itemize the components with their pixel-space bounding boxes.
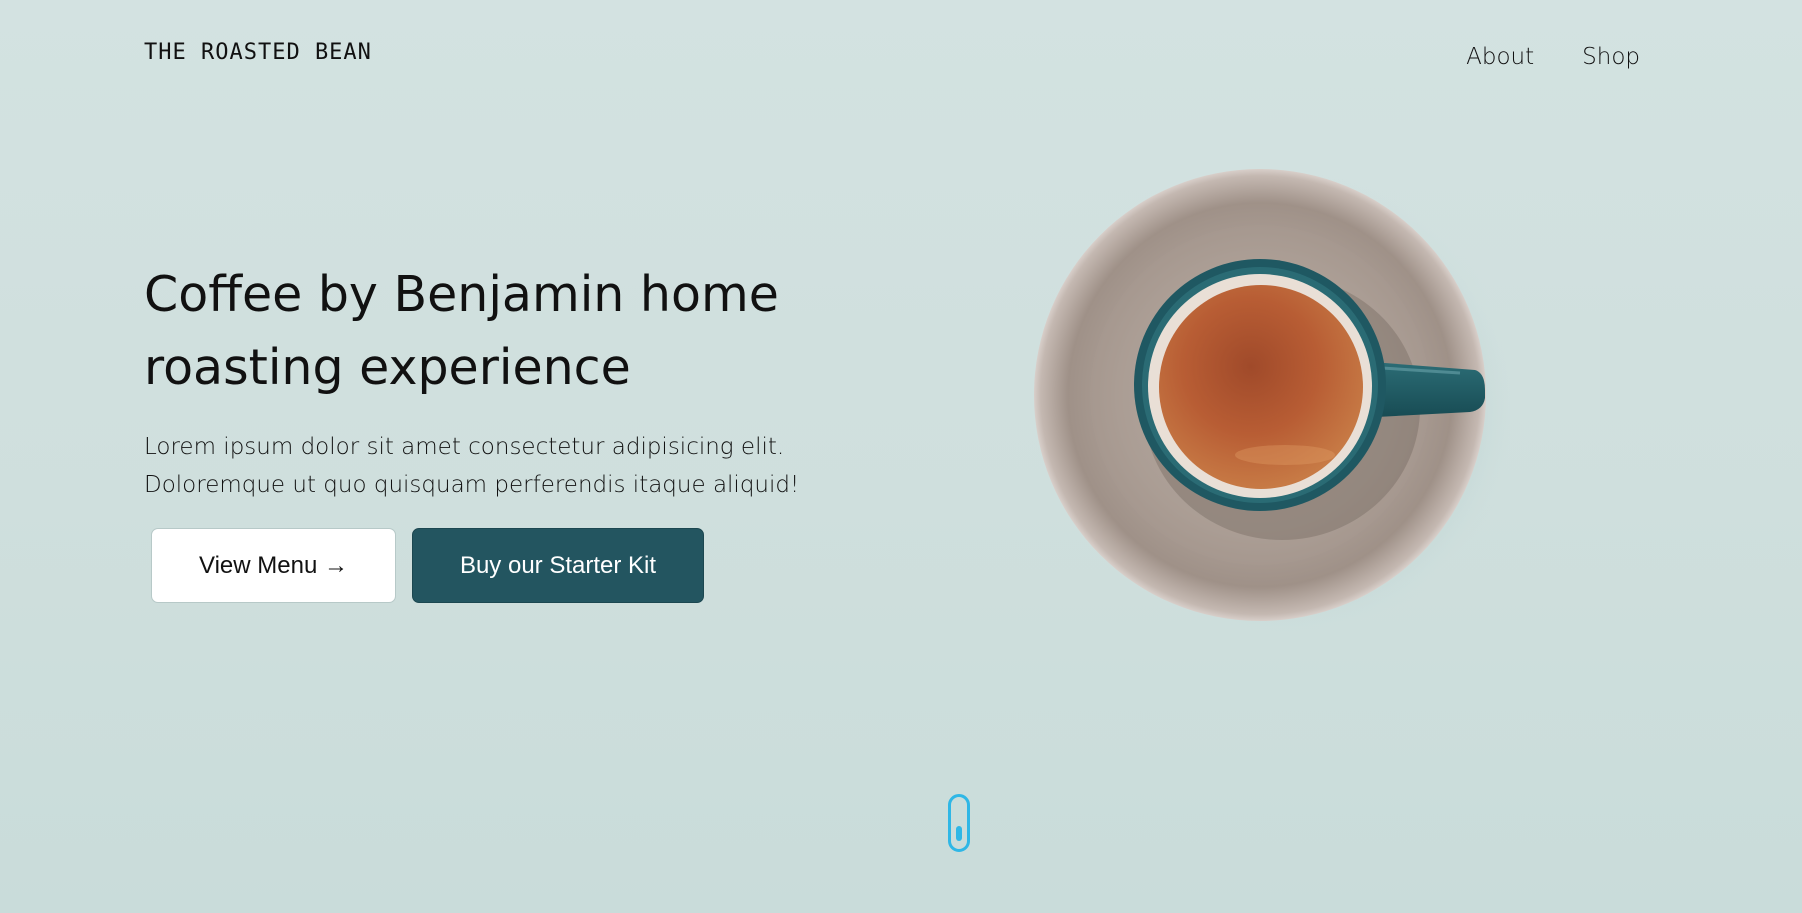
- nav-link-about[interactable]: About: [1466, 44, 1534, 70]
- main-nav: About Shop: [1466, 44, 1640, 70]
- coffee-cup-image: [1034, 169, 1510, 640]
- coffee-reflection: [1235, 445, 1335, 465]
- hero-title-line-2: roasting experience: [144, 339, 631, 396]
- site-logo[interactable]: THE ROASTED BEAN: [144, 40, 372, 65]
- scroll-wheel-dot: [956, 826, 962, 841]
- nav-link-shop[interactable]: Shop: [1582, 44, 1640, 70]
- hero-title-line-1: Coffee by Benjamin home: [144, 266, 779, 323]
- scroll-down-icon[interactable]: [948, 794, 970, 852]
- hero-description: Lorem ipsum dolor sit amet consectetur a…: [144, 428, 864, 504]
- buy-starter-kit-button[interactable]: Buy our Starter Kit: [412, 528, 704, 603]
- hero-description-line-2: Doloremque ut quo quisquam perferendis i…: [144, 472, 800, 498]
- hero-description-line-1: Lorem ipsum dolor sit amet consectetur a…: [144, 434, 785, 460]
- hero-title: Coffee by Benjamin home roasting experie…: [144, 258, 844, 404]
- view-menu-button[interactable]: View Menu →: [151, 528, 396, 603]
